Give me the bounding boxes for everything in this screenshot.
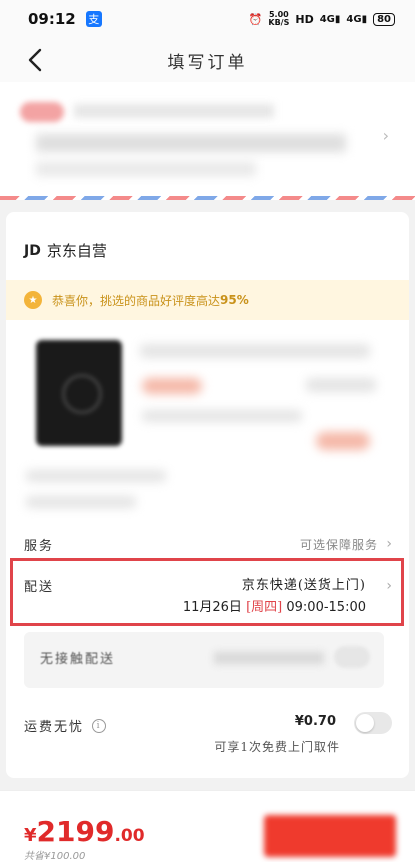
jd-logo-icon: JD [24, 242, 41, 259]
product-image[interactable] [36, 340, 122, 446]
checkout-bar: ¥ 2199 .00 共省¥100.00 [0, 790, 415, 862]
chevron-right-icon: › [382, 126, 389, 145]
insurance-note: 可享1次免费上门取件 [214, 740, 340, 754]
no-contact-label: 无接触配送 [40, 652, 116, 667]
delivery-method: 京东快递(送货上门) [241, 578, 366, 593]
tip-text: 恭喜你，挑选的商品好评度高达 [52, 293, 221, 308]
shipping-insurance-row: 运费无忧 i ¥0.70 可享1次免费上门取件 [24, 712, 394, 768]
battery-icon: 80 [373, 12, 395, 26]
tip-icon: ★ [24, 291, 42, 309]
product-spec-blurred [306, 378, 376, 392]
saved-amount: 共省¥100.00 [24, 851, 86, 862]
address-region-blurred [74, 104, 274, 118]
status-bar: 09:12 支 ⏰ 5.00 KB/S HD 4G▮ 4G▮ 80 [0, 0, 415, 38]
address-contact-blurred [36, 162, 256, 176]
tip-highlight: 95% [220, 293, 249, 307]
delivery-weekday: [周四] [246, 600, 283, 615]
no-contact-desc-blurred [214, 652, 324, 664]
delivery-label: 配送 [24, 580, 55, 595]
product-price-blurred [316, 432, 370, 450]
shop-header: JD 京东自营 [24, 240, 107, 261]
price-integer: 2199 [36, 815, 115, 848]
address-tag-blurred [20, 102, 64, 122]
insurance-label-group: 运费无忧 i [24, 716, 107, 735]
rating-tip-banner: ★ 恭喜你，挑选的商品好评度高达 95% [6, 280, 409, 320]
product-attr-blurred [142, 410, 302, 422]
total-price: ¥ 2199 .00 [24, 815, 145, 848]
insurance-toggle[interactable] [354, 712, 392, 734]
chevron-right-icon: › [386, 578, 392, 594]
back-icon[interactable] [22, 46, 50, 74]
delivery-window: 09:00-15:00 [286, 600, 366, 615]
clock: 09:12 [28, 10, 76, 28]
address-card[interactable]: › [0, 82, 415, 200]
alipay-icon: 支 [85, 11, 102, 27]
signal-icon-1: 4G▮ [319, 13, 341, 25]
price-decimal: .00 [114, 826, 145, 846]
insurance-price: ¥0.70 [294, 714, 336, 729]
currency-symbol: ¥ [24, 825, 37, 846]
product-title-blurred [140, 344, 370, 358]
no-contact-toggle[interactable] [334, 646, 370, 668]
chevron-right-icon: › [386, 536, 392, 552]
no-contact-delivery-row[interactable]: 无接触配送 [24, 632, 384, 688]
alarm-icon: ⏰ [248, 12, 263, 26]
status-icons: ⏰ 5.00 KB/S HD 4G▮ 4G▮ 80 [249, 11, 395, 27]
submit-order-button[interactable] [264, 815, 396, 857]
insurance-label: 运费无忧 [24, 720, 85, 735]
airmail-divider [0, 196, 415, 200]
service-value: 可选保障服务 [299, 537, 378, 552]
service-row[interactable]: 服务 可选保障服务 › [24, 532, 394, 556]
shop-name: 京东自营 [46, 242, 107, 260]
delivery-time: 11月26日 [周四] 09:00-15:00 [183, 596, 366, 615]
order-card: JD 京东自营 ★ 恭喜你，挑选的商品好评度高达 95% 服务 可选保障服务 ›… [6, 212, 409, 778]
info-icon[interactable]: i [92, 718, 107, 733]
service-label: 服务 [24, 538, 55, 554]
signal-icon-2: 4G▮ [346, 13, 368, 25]
delivery-date: 11月26日 [182, 600, 242, 615]
delivery-row[interactable]: 配送 京东快递(送货上门) 11月26日 [周四] 09:00-15:00 › [24, 572, 394, 620]
network-speed: 5.00 KB/S [268, 10, 290, 27]
nav-bar: 填写订单 [0, 38, 415, 82]
product-extra2-blurred [26, 496, 136, 508]
page-title: 填写订单 [167, 52, 248, 73]
product-extra-blurred [26, 470, 166, 482]
address-detail-blurred [36, 134, 346, 152]
hd-indicator: HD [295, 12, 314, 26]
product-tag-blurred [142, 378, 202, 394]
